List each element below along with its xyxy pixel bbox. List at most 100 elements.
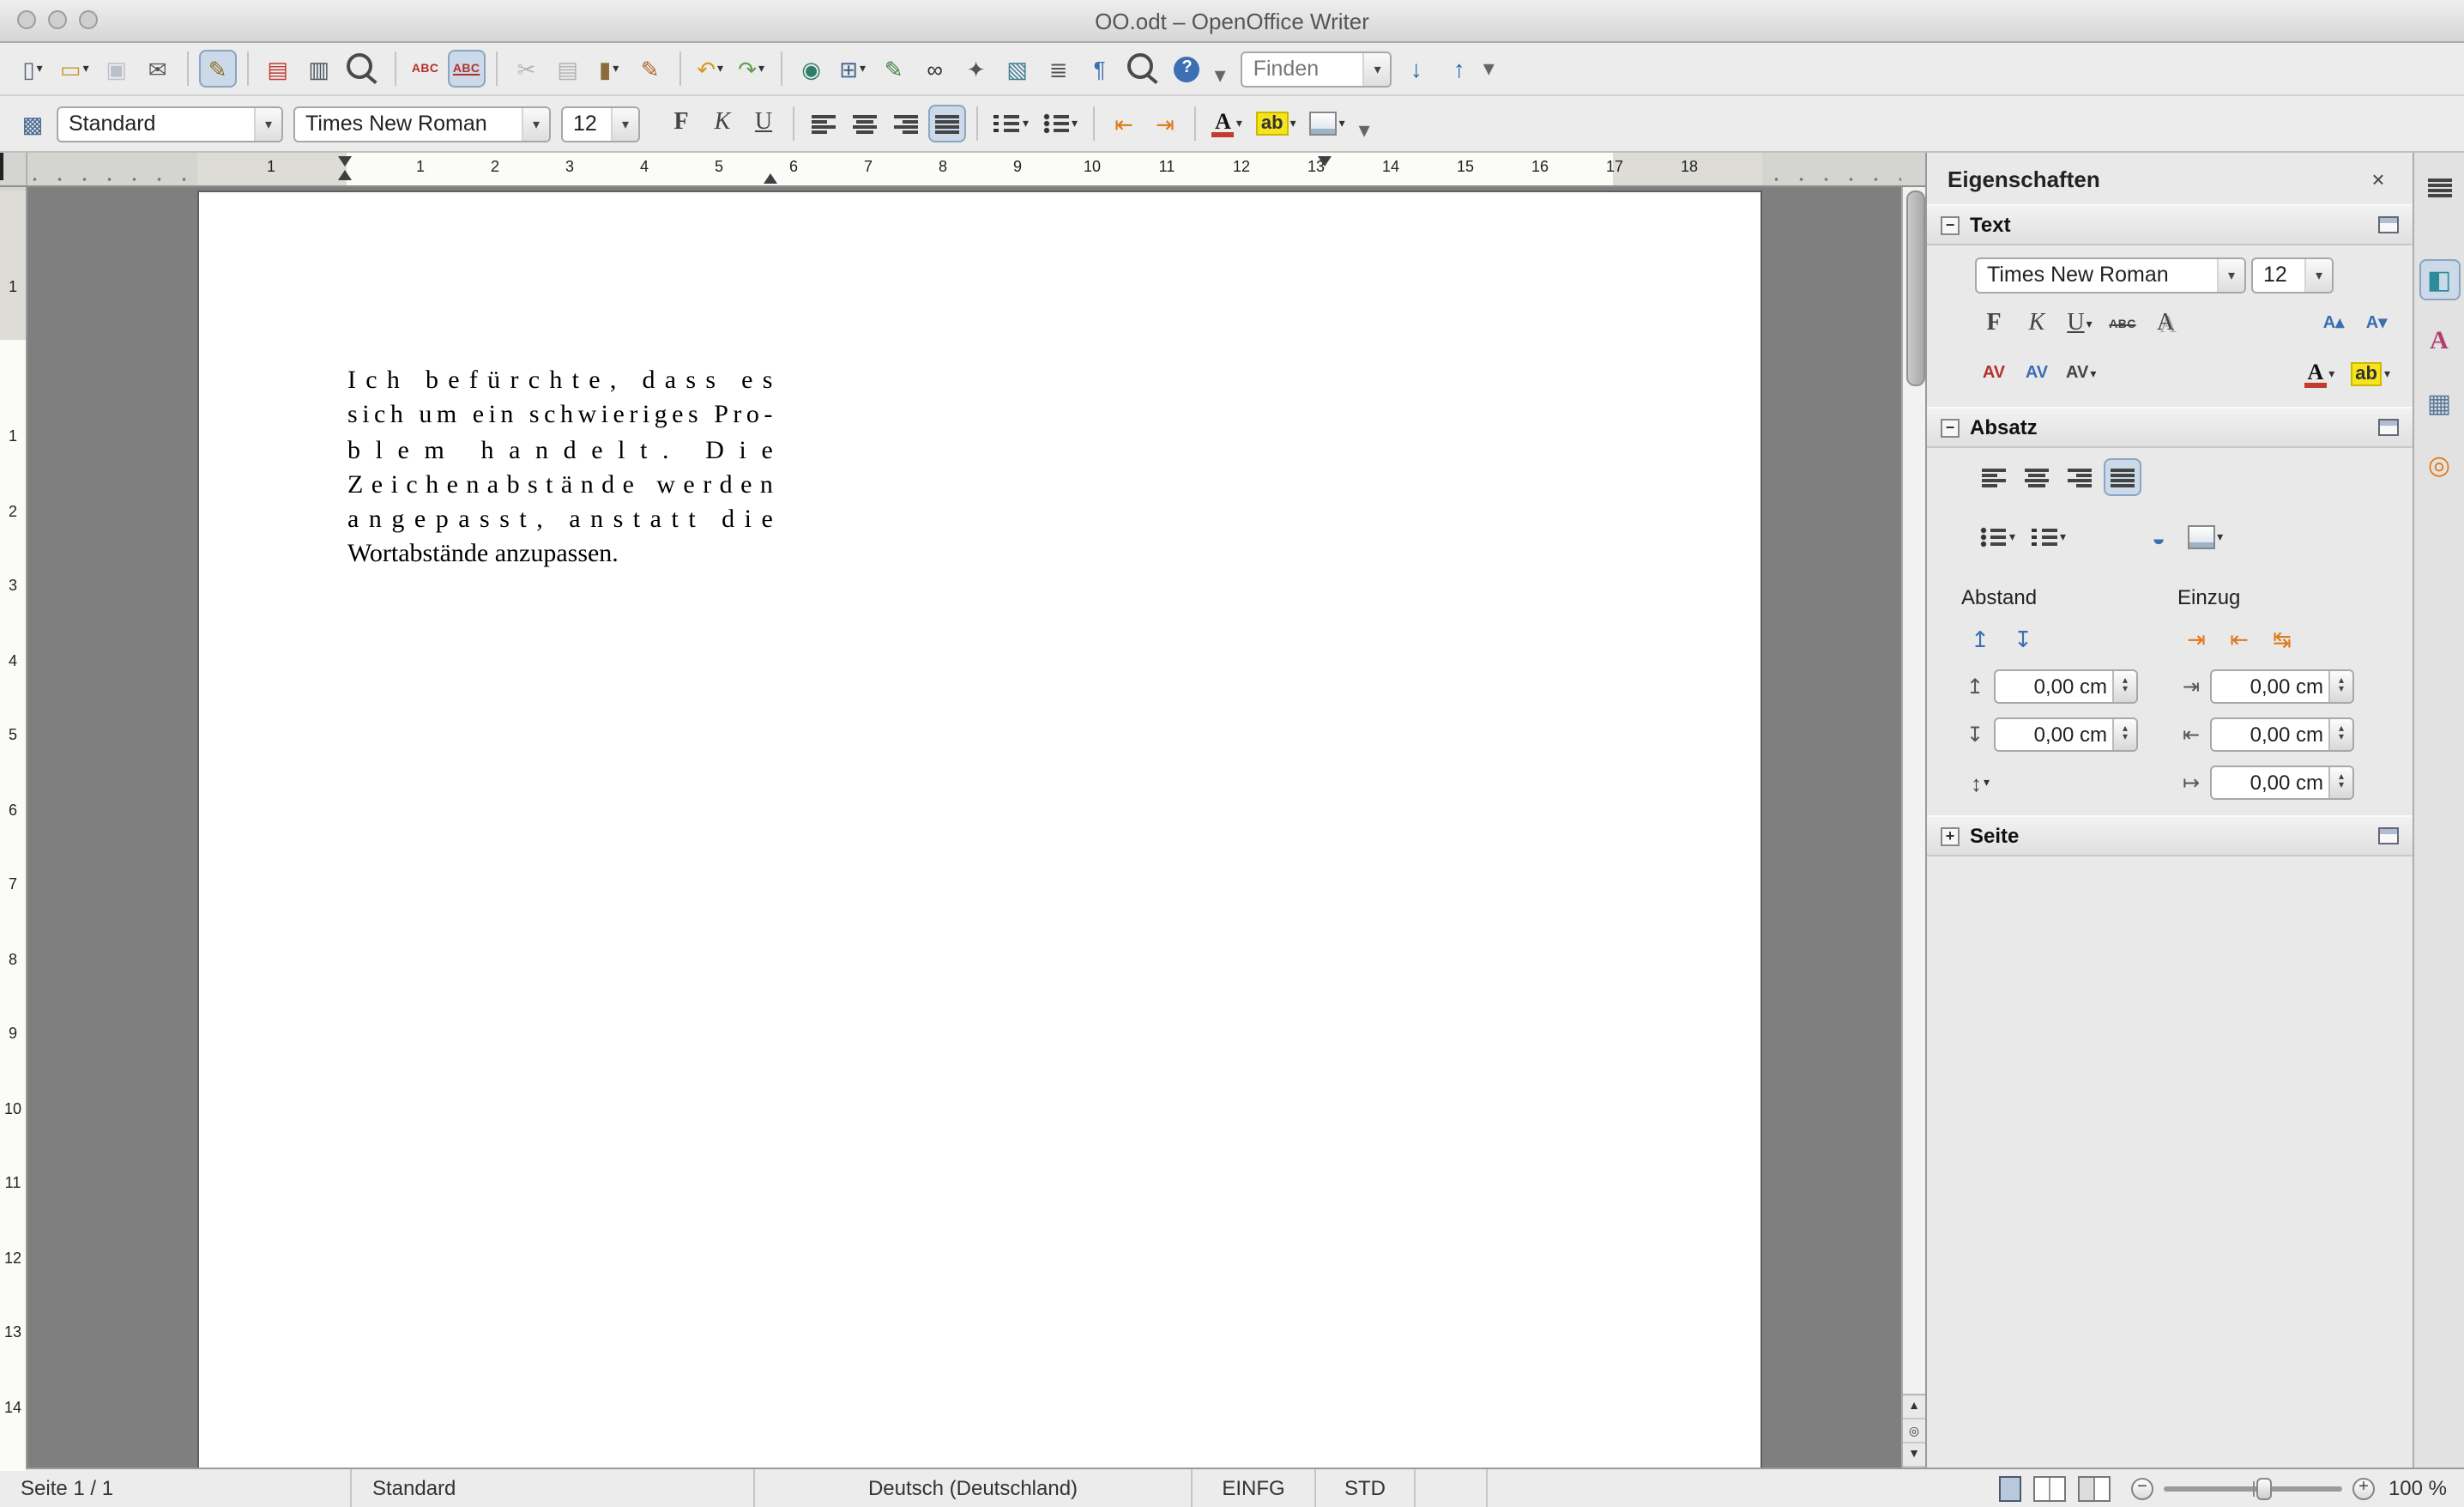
dropdown-caret-icon[interactable]: ▾ [2217, 530, 2223, 544]
sidebar-character-spacing-button[interactable]: AV ▾ [2061, 355, 2101, 393]
text-dialog-launcher-icon[interactable] [2378, 216, 2399, 233]
minimize-window-button[interactable] [48, 10, 67, 29]
navigate-by-button[interactable]: ◎ [1903, 1419, 1925, 1443]
ruler-corner[interactable] [0, 153, 27, 185]
stepper[interactable]: ▴ ▾ [2328, 671, 2352, 702]
nonprinting-characters-button[interactable]: ¶ [1081, 50, 1119, 88]
chevron-down-icon[interactable]: ▾ [611, 107, 638, 140]
sidebar-font-size-combo[interactable]: 12 ▾ [2251, 257, 2334, 293]
underline-button[interactable]: U [745, 105, 782, 142]
dropdown-caret-icon[interactable]: ▾ [2384, 367, 2390, 381]
dropdown-caret-icon[interactable]: ▾ [83, 62, 89, 76]
redo-button[interactable]: ↷ ▾ [733, 50, 770, 88]
dropdown-caret-icon[interactable]: ▾ [2060, 530, 2066, 544]
find-next-button[interactable]: ↓ [1398, 50, 1435, 88]
find-replace-button[interactable]: ∞ [916, 50, 954, 88]
sidebar-align-center-button[interactable] [2018, 458, 2056, 496]
vertical-ruler[interactable]: 1 1 2 3 4 5 6 7 8 9 10 11 12 13 14 [0, 187, 27, 1471]
zoom-in-button[interactable]: + [2352, 1477, 2375, 1499]
dropdown-caret-icon[interactable]: ▾ [1236, 117, 1242, 130]
highlighting-button[interactable]: ab ▾ [1251, 105, 1301, 142]
sidebar-shadow-button[interactable]: A [2147, 306, 2184, 343]
vertical-scrollbar[interactable]: ▲ ◎ ▼ [1901, 187, 1925, 1468]
insert-table-button[interactable]: ⊞ ▾ [834, 50, 872, 88]
language-indicator[interactable]: Deutsch (Deutschland) [755, 1469, 1193, 1507]
dropdown-caret-icon[interactable]: ▾ [37, 62, 43, 76]
draw-functions-button[interactable]: ✎ [875, 50, 913, 88]
sidebar-bold-button[interactable]: F [1975, 306, 2013, 343]
properties-tab-button[interactable]: ◧ [2419, 259, 2460, 300]
chevron-down-icon[interactable]: ▾ [522, 107, 549, 140]
document-page[interactable]: Ich befürchte, dass es sich um ein schwie… [196, 191, 1761, 1468]
horizontal-ruler[interactable]: 1 1 2 3 4 5 6 7 8 9 10 11 12 13 14 15 16 17 18 [27, 153, 1901, 185]
spacing-below-spinner[interactable]: 0,00 cm ▴ ▾ [1994, 717, 2138, 752]
left-indent-marker[interactable] [338, 156, 352, 180]
dropdown-caret-icon[interactable]: ▾ [717, 62, 723, 76]
page-style-indicator[interactable]: Standard [352, 1469, 755, 1507]
insert-mode-indicator[interactable]: EINFG [1193, 1469, 1316, 1507]
new-document-button[interactable]: ▯ ▾ [14, 50, 51, 88]
dropdown-caret-icon[interactable]: ▾ [860, 62, 866, 76]
dropdown-caret-icon[interactable]: ▾ [1290, 117, 1296, 130]
page-indicator[interactable]: Seite 1 / 1 [0, 1469, 352, 1507]
page-section-header[interactable]: + Seite [1927, 815, 2413, 856]
scrollbar-thumb[interactable] [1906, 191, 1925, 386]
navigator-button[interactable]: ✦ [957, 50, 995, 88]
stepper[interactable]: ▴ ▾ [2328, 719, 2352, 750]
italic-button[interactable]: K [704, 105, 741, 142]
styles-window-button[interactable]: ▩ [14, 105, 51, 142]
dropdown-caret-icon[interactable]: ▾ [2090, 367, 2096, 381]
help-button[interactable]: ? [1169, 50, 1206, 88]
sidebar-decrease-font-button[interactable]: A▾ [2358, 306, 2395, 343]
gallery-tab-button[interactable]: ▦ [2419, 383, 2460, 424]
sidebar-paragraph-background-button[interactable]: ◒ [2140, 518, 2177, 556]
toolbar-overflow-button[interactable]: ▾ [1354, 117, 1375, 141]
sidebar-font-color-button[interactable]: A ▾ [2298, 355, 2340, 393]
decrease-indent-button[interactable]: ⇤ [1105, 105, 1143, 142]
tab-stop-marker[interactable] [1318, 156, 1332, 166]
indent-before-spinner[interactable]: 0,00 cm ▴ ▾ [2210, 669, 2354, 704]
bullet-list-button[interactable]: ▾ [1037, 105, 1083, 142]
font-color-button[interactable]: A ▾ [1206, 105, 1247, 142]
font-name-combo[interactable]: Times New Roman ▾ [293, 106, 551, 142]
paragraph-style-combo[interactable]: Standard ▾ [57, 106, 283, 142]
dropdown-caret-icon[interactable]: ▾ [1023, 117, 1029, 130]
page-preview-button[interactable] [341, 50, 384, 88]
email-document-button[interactable]: ✉ [139, 50, 177, 88]
sidebar-underline-button[interactable]: U ▾ [2061, 306, 2099, 343]
sidebar-increase-indent-button[interactable]: ⇥ [2177, 620, 2215, 657]
sidebar-decrease-indent-button[interactable]: ⇤ [2220, 620, 2258, 657]
zoom-button[interactable] [1122, 50, 1165, 88]
sidebar-font-name-combo[interactable]: Times New Roman ▾ [1975, 257, 2246, 293]
selection-mode-indicator[interactable]: STD [1316, 1469, 1416, 1507]
sidebar-align-right-button[interactable] [2061, 458, 2099, 496]
dropdown-caret-icon[interactable]: ▾ [1072, 117, 1078, 130]
export-pdf-button[interactable]: ▤ [259, 50, 297, 88]
data-sources-button[interactable]: ≣ [1040, 50, 1078, 88]
expand-icon[interactable]: + [1941, 826, 1960, 845]
sidebar-decrease-spacing-button[interactable]: AV [1975, 355, 2013, 393]
print-button[interactable]: ▥ [300, 50, 338, 88]
scroll-up-button[interactable]: ▲ [1903, 1395, 1925, 1419]
zoom-slider[interactable] [2163, 1477, 2342, 1499]
line-spacing-button[interactable]: ↕ ▾ [1961, 764, 1999, 802]
toolbar-overflow-button[interactable]: ▾ [1210, 62, 1231, 86]
dropdown-caret-icon[interactable]: ▾ [1984, 776, 1990, 790]
sidebar-numbered-list-button[interactable]: ▾ [2026, 518, 2071, 556]
sidebar-paragraph-background-color-button[interactable]: ▾ [2183, 518, 2228, 556]
sidebar-align-left-button[interactable] [1975, 458, 2013, 496]
undo-button[interactable]: ↶ ▾ [691, 50, 729, 88]
zoom-level[interactable]: 100 % [2382, 1476, 2464, 1500]
document-text[interactable]: Ich befürchte, dass es sich um ein schwie… [347, 367, 773, 577]
spellcheck-button[interactable]: ABC [407, 50, 444, 88]
sidebar-align-justify-button[interactable] [2104, 458, 2141, 496]
auto-spellcheck-button[interactable]: ABC [447, 50, 486, 88]
sidebar-strikethrough-button[interactable]: ABC [2104, 306, 2141, 343]
background-color-button[interactable]: ▾ [1305, 105, 1350, 142]
sidebar-bullet-list-button[interactable]: ▾ [1975, 518, 2020, 556]
book-view-button[interactable] [2077, 1475, 2111, 1501]
chevron-down-icon[interactable]: ▾ [254, 107, 281, 140]
maximize-window-button[interactable] [79, 10, 98, 29]
document-canvas[interactable]: Ich befürchte, dass es sich um ein schwie… [27, 187, 1901, 1468]
dropdown-caret-icon[interactable]: ▾ [2328, 367, 2334, 381]
